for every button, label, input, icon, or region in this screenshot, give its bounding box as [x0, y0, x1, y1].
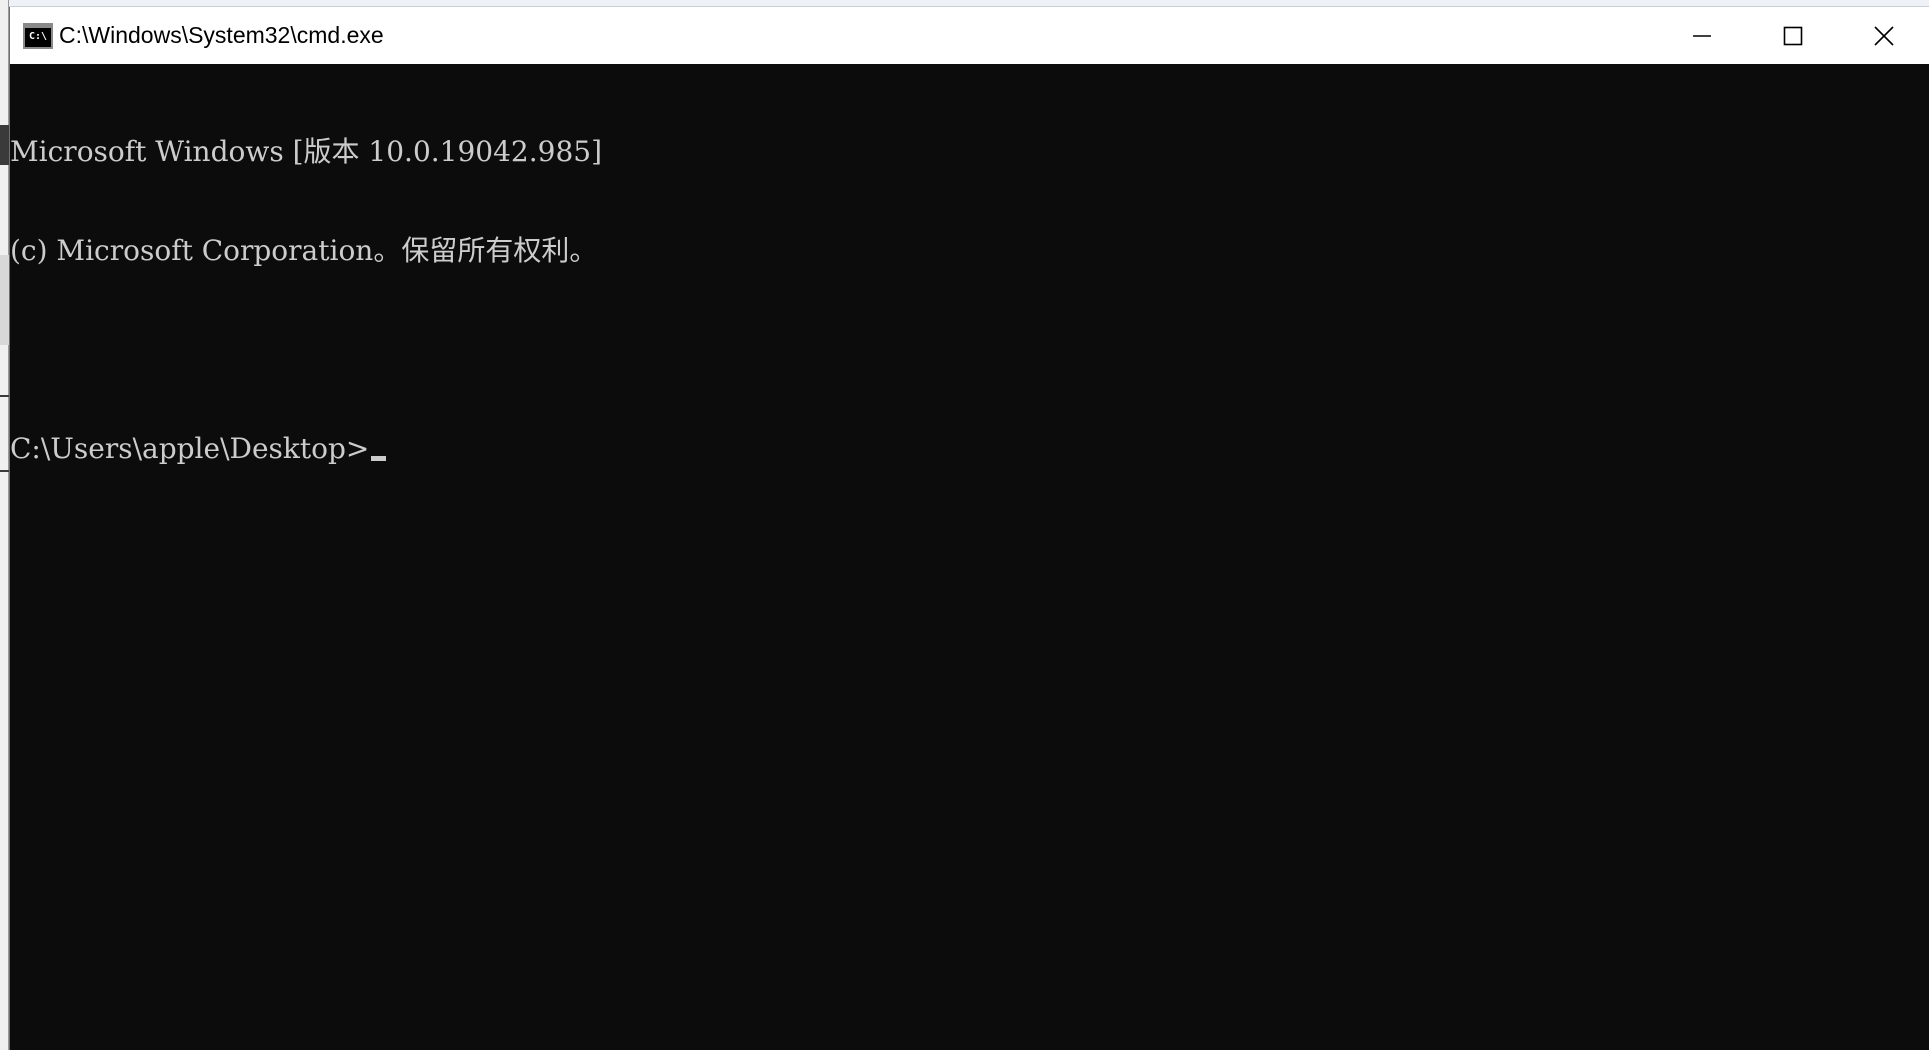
terminal-line-copyright: (c) Microsoft Corporation。保留所有权利。	[10, 234, 598, 267]
terminal-line-version: Microsoft Windows [版本 10.0.19042.985]	[10, 135, 602, 168]
window-title: C:\Windows\System32\cmd.exe	[59, 22, 384, 48]
maximize-icon	[1783, 26, 1802, 45]
minimize-button[interactable]	[1656, 7, 1747, 64]
window-controls	[1656, 7, 1929, 64]
close-button[interactable]	[1838, 7, 1929, 64]
maximize-button[interactable]	[1747, 7, 1838, 64]
background-window-mark	[0, 395, 9, 397]
background-window-mark	[0, 255, 9, 345]
cmd-icon[interactable]: C:\	[23, 22, 53, 49]
cmd-window[interactable]: C:\ C:\Windows\System32\cmd.exe Microsof…	[9, 7, 1929, 1050]
title-bar[interactable]: C:\ C:\Windows\System32\cmd.exe	[10, 7, 1929, 64]
background-window-edge	[0, 0, 9, 1050]
background-window-mark	[0, 125, 9, 165]
background-window-strip	[9, 0, 1929, 7]
terminal-prompt-line[interactable]: C:\Users\apple\Desktop>	[10, 432, 1929, 465]
command-prompt: C:\Users\apple\Desktop>	[10, 432, 370, 465]
background-window-mark	[0, 470, 9, 472]
close-icon	[1873, 25, 1894, 46]
terminal-output[interactable]: Microsoft Windows [版本 10.0.19042.985] (c…	[10, 64, 1929, 1050]
text-cursor	[371, 456, 387, 461]
minimize-icon	[1692, 34, 1711, 37]
